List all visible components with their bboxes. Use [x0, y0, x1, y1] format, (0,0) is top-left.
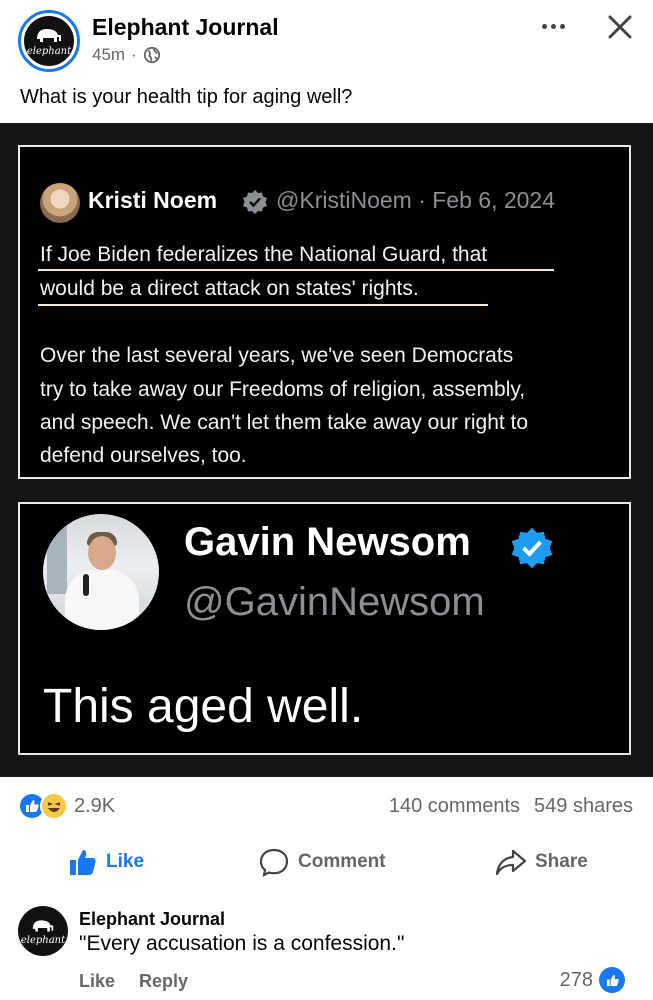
- share-button[interactable]: Share: [495, 838, 588, 886]
- verified-badge-icon: [511, 527, 553, 569]
- avatar-logo-text: elephant: [26, 46, 72, 57]
- highlight-underline: [38, 304, 488, 306]
- page-name[interactable]: Elephant Journal: [92, 14, 279, 41]
- haha-reaction-icon: [40, 792, 68, 820]
- shares-count[interactable]: 549 shares: [534, 795, 633, 818]
- verified-badge-icon: [243, 190, 267, 214]
- comment-label: Comment: [298, 851, 386, 872]
- elephant-icon: [37, 29, 61, 42]
- tweet-author-name: Gavin Newsom: [184, 520, 471, 564]
- post-image[interactable]: Kristi Noem @KristiNoem · Feb 6, 2024 If…: [0, 123, 653, 777]
- share-label: Share: [535, 851, 588, 872]
- post-header: elephant Elephant Journal 45m ·: [0, 0, 653, 80]
- tweet-newsom: Gavin Newsom @GavinNewsom This aged well…: [18, 502, 631, 755]
- tweet-author-name: Kristi Noem: [88, 187, 218, 213]
- tweet-handle: @GavinNewsom: [184, 580, 485, 624]
- newsom-avatar: [43, 514, 159, 630]
- close-icon[interactable]: [603, 10, 637, 44]
- tweet-handle-date: @KristiNoem · Feb 6, 2024: [276, 187, 556, 213]
- like-reaction-icon: [599, 967, 625, 993]
- thumbs-up-icon: [70, 850, 96, 875]
- tweet-text-line: If Joe Biden federalizes the National Gu…: [40, 243, 488, 266]
- post-time[interactable]: 45m: [92, 45, 125, 65]
- elephant-icon: [32, 919, 54, 931]
- comment-actions: Like Reply: [79, 971, 188, 992]
- action-bar: Like Comment Share: [0, 838, 653, 886]
- comment-like-button[interactable]: Like: [79, 971, 115, 992]
- comment-button[interactable]: Comment: [258, 838, 386, 886]
- post-meta: 45m ·: [92, 45, 161, 65]
- comment-bubble-icon: [259, 848, 289, 877]
- elephant-logo-icon: elephant: [24, 16, 74, 66]
- tweet-noem: Kristi Noem @KristiNoem · Feb 6, 2024 If…: [18, 145, 631, 479]
- commenter-avatar[interactable]: elephant: [18, 906, 68, 956]
- meta-separator: ·: [131, 45, 137, 64]
- reaction-summary[interactable]: 2.9K: [18, 792, 115, 820]
- comment-reply-button[interactable]: Reply: [139, 971, 188, 992]
- comment-reactions[interactable]: 278: [560, 967, 625, 993]
- post-caption: What is your health tip for aging well?: [20, 86, 353, 108]
- page-avatar[interactable]: elephant: [18, 10, 80, 72]
- tweet-text-line: try to take away our Freedoms of religio…: [40, 378, 526, 401]
- avatar-logo-text: elephant: [20, 934, 66, 946]
- like-label: Like: [106, 851, 145, 872]
- tweet-text-line: would be a direct attack on states' righ…: [40, 277, 419, 300]
- comment-text: "Every accusation is a confession.": [79, 932, 405, 955]
- highlight-underline: [38, 269, 554, 271]
- noem-avatar: [40, 183, 80, 223]
- more-options-icon[interactable]: [535, 12, 571, 40]
- comments-count[interactable]: 140 comments: [389, 795, 520, 818]
- share-arrow-icon: [495, 849, 527, 876]
- reaction-count: 2.9K: [74, 794, 116, 817]
- globe-icon: [143, 46, 160, 64]
- tweet-text-line: Over the last several years, we've seen …: [40, 344, 514, 367]
- comment-author[interactable]: Elephant Journal: [79, 909, 225, 930]
- comment-like-count: 278: [559, 968, 593, 991]
- tweet-text: This aged well.: [43, 680, 364, 733]
- tweet-text-line: defend ourselves, too.: [40, 444, 247, 467]
- tweet-text-line: and speech. We can't let them take away …: [40, 411, 529, 434]
- engagement-counts: 140 comments 549 shares: [389, 795, 633, 818]
- like-button[interactable]: Like: [68, 838, 144, 886]
